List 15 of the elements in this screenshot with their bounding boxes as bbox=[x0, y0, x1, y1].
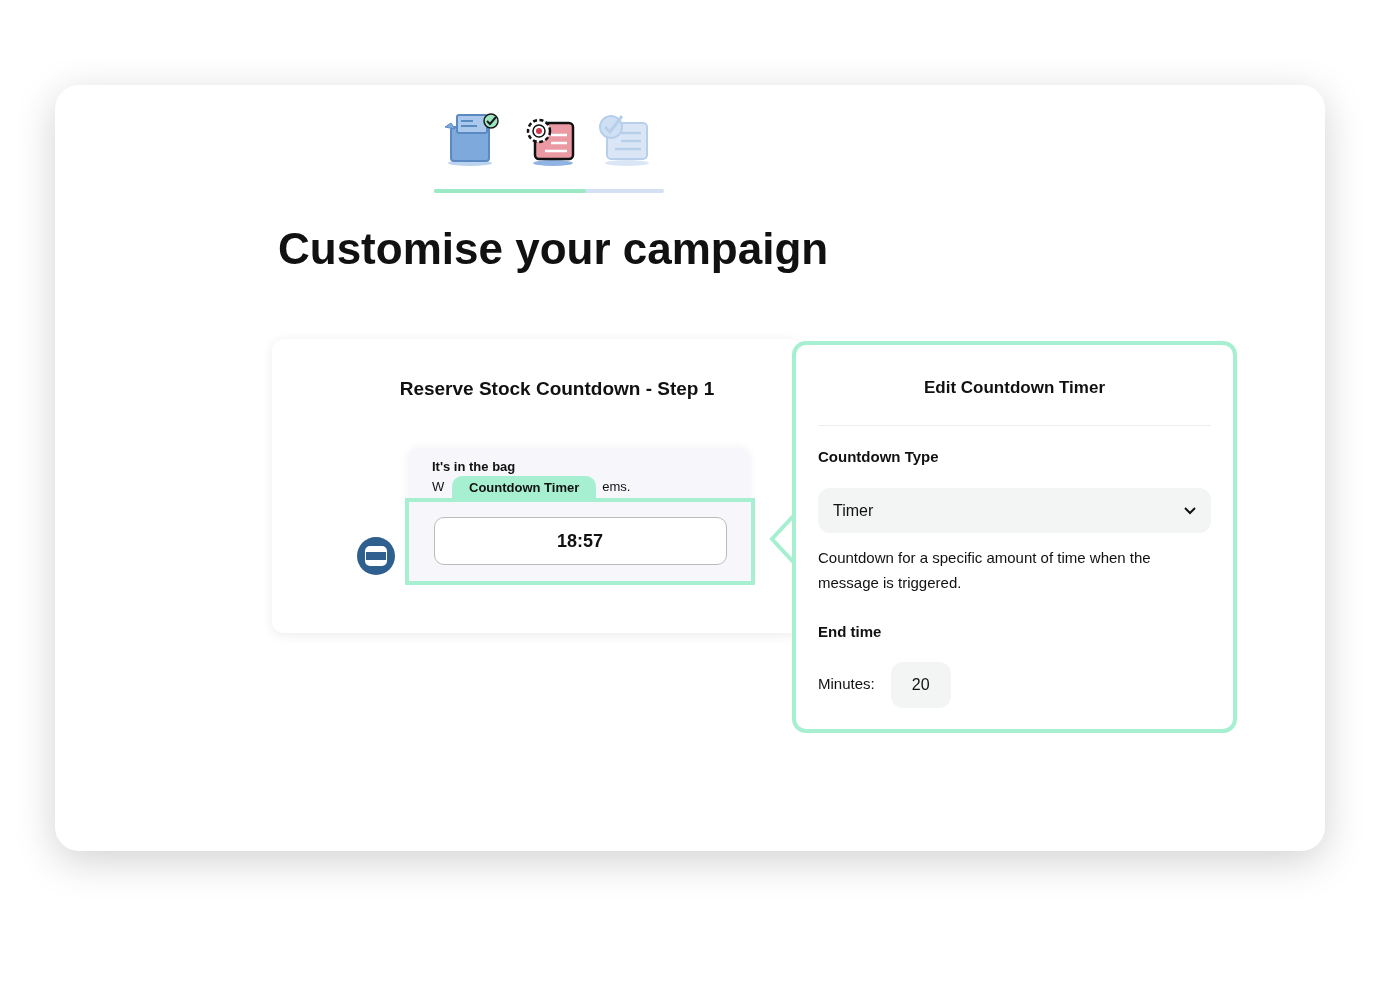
type-label: Countdown Type bbox=[818, 446, 940, 467]
timer-display: 18:57 bbox=[433, 517, 727, 565]
minutes-label: Minutes: bbox=[818, 674, 875, 695]
countdown-tag: Countdown Timer bbox=[452, 475, 597, 500]
page-title: Customise your campaign bbox=[278, 227, 830, 271]
preview-title: Reserve Stock Countdown - Step 1 bbox=[398, 377, 716, 401]
editor-title: Edit Countdown Timer bbox=[818, 345, 1211, 426]
message-text: W bbox=[432, 478, 445, 496]
chevron-down-icon bbox=[1184, 506, 1196, 515]
end-time-label: End time bbox=[818, 622, 883, 642]
type-dropdown[interactable]: Timer bbox=[818, 488, 1211, 533]
message-title: It's in the bag bbox=[432, 457, 517, 476]
minutes-field[interactable]: 20 bbox=[890, 661, 951, 708]
message-text: ems. bbox=[602, 478, 631, 496]
type-description: Countdown for a specific amount of time when the message is triggered. bbox=[818, 548, 1152, 593]
